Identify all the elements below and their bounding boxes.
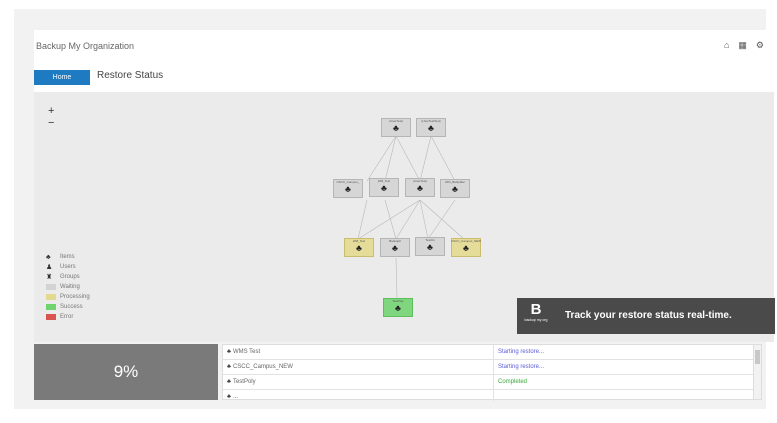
legend-label: Users bbox=[60, 264, 76, 270]
page-title: Restore Status bbox=[97, 70, 164, 81]
legend-item: Success bbox=[46, 302, 90, 312]
zoom-controls: + − bbox=[48, 106, 54, 129]
graph-node[interactable]: WM_Test ♣ bbox=[344, 238, 374, 257]
legend-item: Error bbox=[46, 312, 90, 322]
edge bbox=[395, 257, 398, 299]
edge bbox=[395, 135, 421, 182]
legend-item: ♜ Groups bbox=[46, 272, 90, 282]
graph-node[interactable]: TestUs ♣ bbox=[415, 237, 445, 256]
graph-node[interactable]: ATD_BulkyRec ♣ bbox=[440, 179, 470, 198]
screen: Backup My Organization ⌂ ▦ ⚙ Home Restor… bbox=[0, 0, 777, 423]
table-row[interactable]: ♣... bbox=[223, 390, 762, 405]
edge bbox=[395, 199, 421, 240]
zoom-out-button[interactable]: − bbox=[48, 118, 54, 129]
row-name-cell: ♣ TestPoly bbox=[227, 379, 256, 385]
legend-label: Success bbox=[60, 304, 83, 310]
row-name-cell: ♣ WMS Test bbox=[227, 349, 260, 355]
table-row[interactable]: ♣ WMS Test Starting restore... bbox=[223, 345, 762, 360]
row-name: WMS Test bbox=[232, 349, 261, 355]
graph-node[interactable]: (UserTest) ♣ bbox=[381, 118, 411, 137]
scroll-thumb[interactable] bbox=[755, 350, 760, 364]
legend-label: Groups bbox=[60, 274, 80, 280]
items-icon: ♣ bbox=[427, 242, 433, 252]
error-swatch bbox=[46, 314, 56, 320]
legend-item: Processing bbox=[46, 292, 90, 302]
row-status: Completed bbox=[498, 379, 528, 385]
top-bar: Backup My Organization ⌂ ▦ ⚙ bbox=[34, 30, 774, 62]
graph-node[interactable]: CSCC_Campus_NEW ♣ bbox=[451, 238, 481, 257]
legend-label: Error bbox=[60, 314, 74, 320]
edge bbox=[419, 135, 432, 182]
table-scrollbar[interactable] bbox=[753, 345, 761, 399]
items-icon: ♣ bbox=[46, 253, 51, 261]
row-status: Starting restore... bbox=[498, 364, 545, 370]
graph-canvas[interactable]: + − (UserTest) ♣ (UserTestTest) ♣ CSCC_C… bbox=[34, 92, 775, 342]
items-icon: ♣ bbox=[345, 184, 351, 194]
items-icon: ♣ bbox=[227, 349, 231, 355]
legend: ♣ Items ♟ Users ♜ Groups Waiting Process… bbox=[46, 252, 90, 322]
processing-swatch bbox=[46, 294, 56, 300]
progress-percent: 9% bbox=[34, 344, 218, 400]
graph-node[interactable]: BackupIt ♣ bbox=[380, 238, 410, 257]
promo-banner: B backup my org Track your restore statu… bbox=[517, 298, 775, 334]
waiting-swatch bbox=[46, 284, 56, 290]
table-row[interactable]: ♣ TestPoly Completed bbox=[223, 375, 762, 390]
items-icon: ♣ bbox=[227, 394, 231, 400]
table-row[interactable]: ♣ CSCC_Campus_NEW Starting restore... bbox=[223, 360, 762, 375]
items-icon: ♣ bbox=[393, 123, 399, 133]
home-icon[interactable]: ⌂ bbox=[724, 40, 729, 51]
legend-label: Waiting bbox=[60, 284, 80, 290]
items-icon: ♣ bbox=[452, 184, 458, 194]
row-name-cell: ♣... bbox=[227, 394, 238, 400]
logo-letter: B bbox=[530, 301, 542, 318]
user-icon: ♟ bbox=[46, 264, 53, 271]
legend-item: ♣ Items bbox=[46, 252, 90, 262]
graph-node[interactable]: WM_Test ♣ bbox=[369, 178, 399, 197]
items-icon: ♣ bbox=[395, 303, 401, 313]
edge bbox=[384, 199, 397, 240]
restore-table: ♣ WMS Test Starting restore... ♣ CSCC_Camp… bbox=[222, 344, 762, 401]
edge bbox=[357, 199, 368, 240]
edge bbox=[357, 199, 421, 240]
edge bbox=[366, 135, 397, 182]
graph-node[interactable]: CSCC_Campus_ ♣ bbox=[333, 179, 363, 198]
group-icon: ♜ bbox=[46, 274, 53, 281]
legend-item: Waiting bbox=[46, 282, 90, 292]
brand-logo: B backup my org bbox=[523, 302, 549, 330]
items-icon: ♣ bbox=[381, 183, 387, 193]
banner-text: Track your restore status real-time. bbox=[565, 310, 732, 321]
edge bbox=[430, 135, 456, 182]
legend-label: Items bbox=[60, 254, 75, 260]
graph-node[interactable]: TestPoly ♣ bbox=[383, 298, 413, 317]
home-button[interactable]: Home bbox=[34, 70, 90, 85]
edge bbox=[427, 199, 456, 240]
items-icon: ♣ bbox=[463, 243, 469, 253]
row-name: CSCC_Campus_NEW bbox=[232, 364, 293, 370]
items-icon: ♣ bbox=[392, 243, 398, 253]
edge bbox=[384, 135, 397, 182]
tab-row: Home Restore Status bbox=[34, 62, 774, 92]
graph-node[interactable]: (UserTest) ♣ bbox=[405, 178, 435, 197]
logo-subtext: backup my org bbox=[524, 318, 548, 322]
gear-icon[interactable]: ⚙ bbox=[756, 40, 764, 51]
items-icon: ♣ bbox=[356, 243, 362, 253]
row-status: Starting restore... bbox=[498, 349, 545, 355]
app-title: Backup My Organization bbox=[36, 41, 135, 51]
items-icon: ♣ bbox=[428, 123, 434, 133]
items-icon: ♣ bbox=[227, 379, 231, 385]
legend-label: Processing bbox=[60, 294, 90, 300]
zoom-in-button[interactable]: + bbox=[48, 106, 54, 117]
success-swatch bbox=[46, 304, 56, 310]
row-name-cell: ♣ CSCC_Campus_NEW bbox=[227, 364, 293, 370]
items-icon: ♣ bbox=[417, 183, 423, 193]
grid-icon[interactable]: ▦ bbox=[738, 40, 747, 51]
top-icons: ⌂ ▦ ⚙ bbox=[724, 40, 764, 51]
items-icon: ♣ bbox=[227, 364, 231, 370]
row-name: TestPoly bbox=[232, 379, 256, 385]
legend-item: ♟ Users bbox=[46, 262, 90, 272]
graph-node[interactable]: (UserTestTest) ♣ bbox=[416, 118, 446, 137]
row-name: ... bbox=[232, 394, 238, 400]
progress-label: 9% bbox=[113, 362, 139, 381]
